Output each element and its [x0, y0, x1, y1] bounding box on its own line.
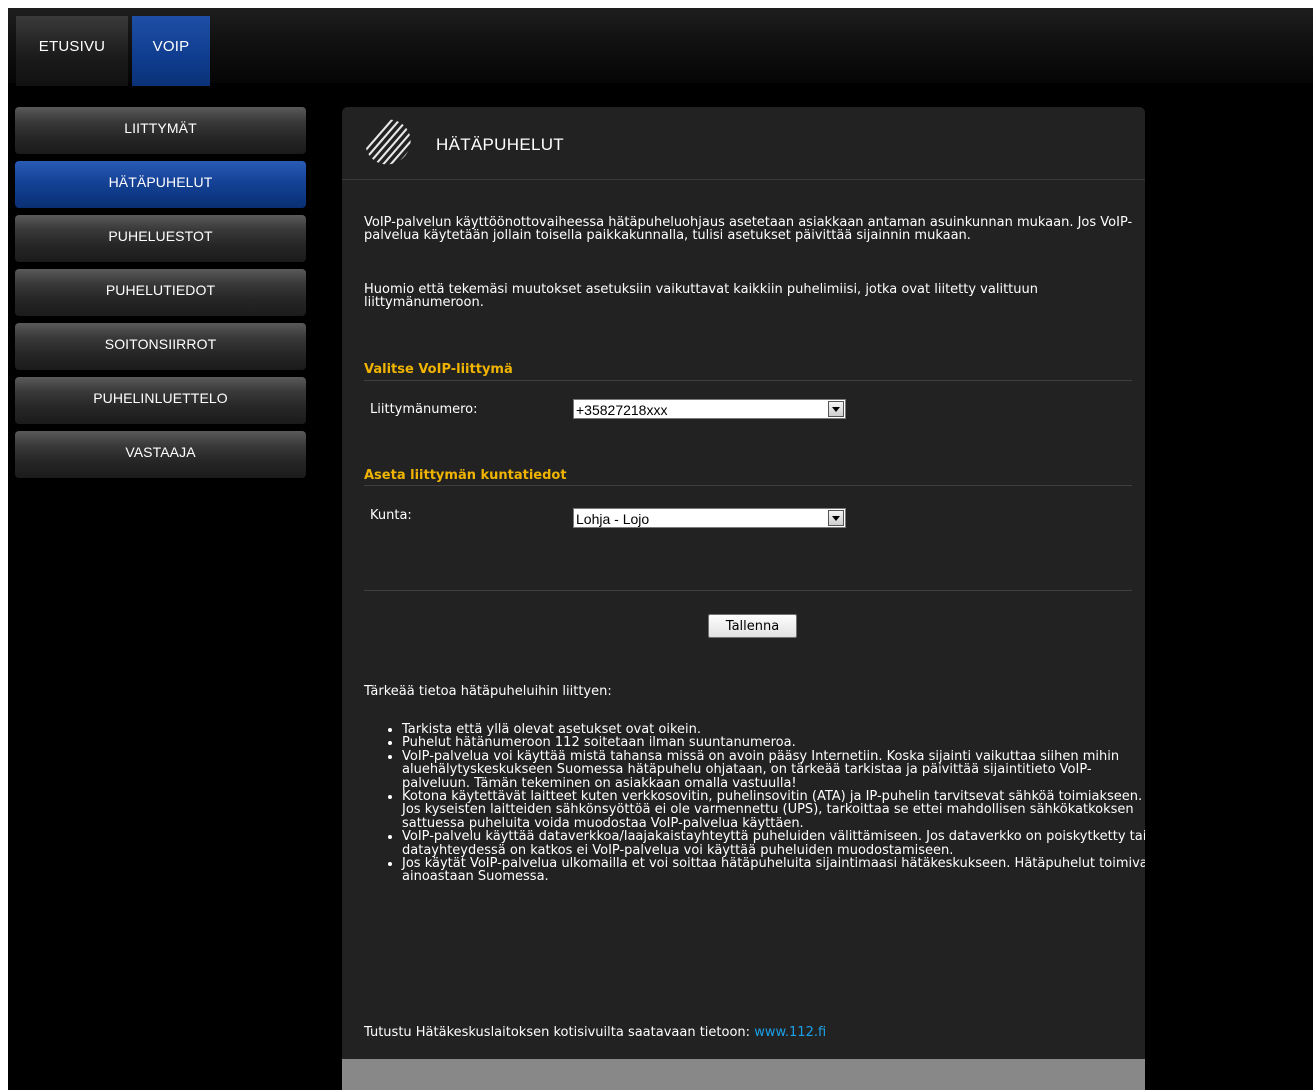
- stripes-logo-icon: [364, 119, 412, 165]
- sidebar-item-label: SOITONSIIRROT: [104, 336, 217, 352]
- list-item: Kotona käytettävät laitteet kuten verkko…: [402, 790, 1145, 830]
- sidebar-item-label: LIITTYMÄT: [124, 120, 197, 136]
- list-item: Tarkista että yllä olevat asetukset ovat…: [402, 723, 1145, 737]
- tab-etusivu-label: ETUSIVU: [38, 38, 106, 55]
- page-title: HÄTÄPUHELUT: [436, 135, 564, 154]
- tab-voip-label: VOIP: [152, 38, 190, 55]
- sidebar-item-soitonsiirrot[interactable]: SOITONSIIRROT: [15, 323, 306, 370]
- chevron-down-icon[interactable]: [828, 510, 844, 526]
- chevron-down-icon[interactable]: [828, 401, 844, 417]
- sidebar-item-label: HÄTÄPUHELUT: [108, 174, 213, 190]
- subscription-number-label: Liittymänumero:: [370, 402, 478, 417]
- list-item: Puhelut hätänumeroon 112 soitetaan ilman…: [402, 736, 1145, 750]
- section-title-municipality: Aseta liittymän kuntatiedot: [364, 468, 567, 483]
- municipality-label: Kunta:: [370, 508, 412, 523]
- tab-etusivu[interactable]: ETUSIVU: [16, 16, 128, 86]
- list-item: VoIP-palvelua voi käyttää mistä tahansa …: [402, 750, 1145, 790]
- panel-footer: [342, 1059, 1145, 1090]
- subscription-number-select[interactable]: +35827218xxx: [573, 399, 846, 419]
- sidebar-item-vastaaja[interactable]: VASTAAJA: [15, 431, 306, 478]
- footer-text-label: Tutustu Hätäkeskuslaitoksen kotisivuilta…: [364, 1025, 751, 1040]
- sidebar: LIITTYMÄT HÄTÄPUHELUT PUHELUESTOT PUHELU…: [15, 107, 306, 485]
- municipality-select[interactable]: Lohja - Lojo: [573, 508, 846, 528]
- sidebar-item-puhelinluettelo[interactable]: PUHELINLUETTELO: [15, 377, 306, 424]
- top-navigation: ETUSIVU VOIP: [8, 8, 1313, 86]
- subscription-number-value: +35827218xxx: [576, 402, 668, 418]
- section-divider: [364, 380, 1132, 381]
- sidebar-item-label: PUHELINLUETTELO: [93, 390, 228, 406]
- list-item: VoIP-palvelu käyttää dataverkkoa/laajaka…: [402, 830, 1145, 857]
- info-list: Tarkista että yllä olevat asetukset ovat…: [384, 723, 1145, 884]
- sidebar-item-label: PUHELUTIEDOT: [105, 282, 216, 298]
- sidebar-item-liittymat[interactable]: LIITTYMÄT: [15, 107, 306, 154]
- app-frame: ETUSIVU VOIP LIITTYMÄT HÄTÄPUHELUT PUHEL…: [8, 8, 1313, 1090]
- section-divider: [364, 590, 1132, 591]
- sidebar-item-puhelutiedot[interactable]: PUHELUTIEDOT: [15, 269, 306, 316]
- section-divider: [364, 485, 1132, 486]
- municipality-value: Lohja - Lojo: [576, 511, 650, 527]
- save-button[interactable]: Tallenna: [708, 614, 797, 638]
- intro-paragraph-1: VoIP-palvelun käyttöönottovaiheessa hätä…: [364, 215, 1133, 243]
- intro-paragraph-2: Huomio että tekemäsi muutokset asetuksii…: [364, 282, 1038, 310]
- emergency-site-link[interactable]: www.112.fi: [754, 1025, 826, 1040]
- sidebar-item-hatapuhelut[interactable]: HÄTÄPUHELUT: [15, 161, 306, 208]
- sidebar-item-puheluestot[interactable]: PUHELUESTOT: [15, 215, 306, 262]
- sidebar-item-label: PUHELUESTOT: [108, 228, 213, 244]
- footer-text: Tutustu Hätäkeskuslaitoksen kotisivuilta…: [364, 1025, 826, 1040]
- main-panel: HÄTÄPUHELUT VoIP-palvelun käyttöönottova…: [342, 107, 1145, 1090]
- list-item: Jos käytät VoIP-palvelua ulkomailla et v…: [402, 857, 1145, 884]
- tab-voip[interactable]: VOIP: [132, 16, 210, 86]
- info-heading: Tärkeää tietoa hätäpuheluihin liittyen:: [364, 684, 612, 699]
- section-title-select: Valitse VoIP-liittymä: [364, 362, 513, 377]
- sidebar-item-label: VASTAAJA: [125, 444, 196, 460]
- panel-header: HÄTÄPUHELUT: [342, 107, 1145, 180]
